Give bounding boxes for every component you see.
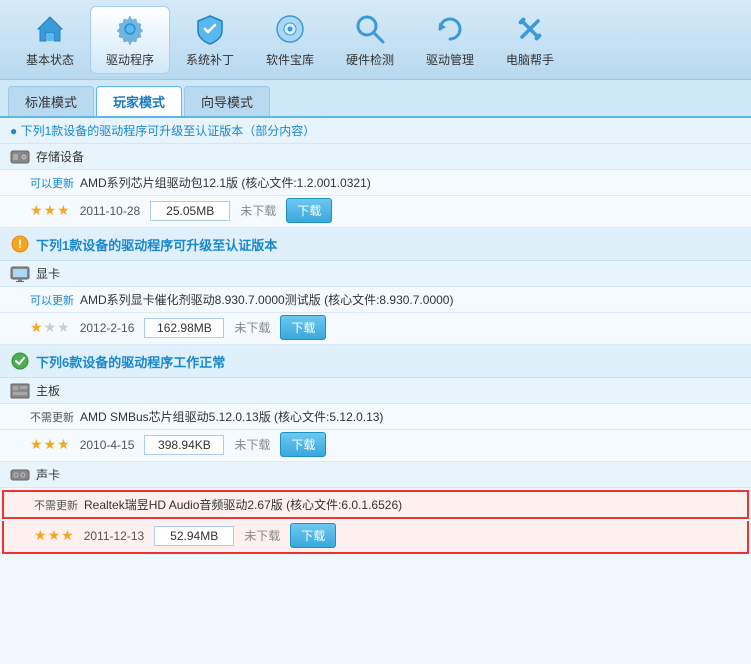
driver-meta-amd-chipset: ★ ★ ★ 2011-10-28 25.05MB 未下载 下载: [0, 196, 751, 228]
nav-manage[interactable]: 驱动管理: [410, 6, 490, 74]
category-display: 显卡: [0, 261, 751, 287]
display-icon: [10, 266, 30, 282]
category-storage-label: 存储设备: [36, 148, 84, 165]
download-button-amd-chipset[interactable]: 下载: [286, 198, 332, 223]
star-2: ★: [44, 436, 57, 453]
driver-download-status-display: 未下载: [234, 319, 270, 336]
refresh-icon: [432, 11, 468, 47]
driver-meta-smbus: ★ ★ ★ 2010-4-15 398.94KB 未下载 下载: [0, 430, 751, 462]
driver-size-box-display: 162.98MB: [144, 318, 224, 338]
check-circle-icon: [10, 351, 30, 371]
nav-driver-label: 驱动程序: [106, 51, 154, 68]
tab-gamer[interactable]: 玩家模式: [96, 86, 182, 116]
shield-icon: [192, 11, 228, 47]
section-upgrade-label: 下列1款设备的驱动程序可升级至认证版本: [36, 235, 277, 254]
star-1: ★: [30, 436, 43, 453]
nav-help[interactable]: 电脑帮手: [490, 6, 570, 74]
driver-row-amd-chipset: 可以更新 AMD系列芯片组驱动包12.1版 (核心文件:1.2.001.0321…: [0, 170, 751, 196]
nav-hardware[interactable]: 硬件检测: [330, 6, 410, 74]
download-button-realtek[interactable]: 下载: [290, 523, 336, 548]
home-icon: [32, 11, 68, 47]
info-circle-icon: !: [10, 234, 30, 254]
driver-row-smbus: 不需更新 AMD SMBus芯片组驱动5.12.0.13版 (核心文件:5.12…: [0, 404, 751, 430]
driver-date: 2011-10-28: [80, 204, 141, 218]
driver-download-status-smbus: 未下载: [234, 436, 270, 453]
driver-name-amd-chipset: AMD系列芯片组驱动包12.1版 (核心文件:1.2.001.0321): [80, 174, 741, 191]
wrench-icon: [512, 11, 548, 47]
driver-download-status: 未下载: [240, 202, 276, 219]
driver-date-realtek: 2011-12-13: [84, 529, 145, 543]
nav-patch-label: 系统补丁: [186, 51, 234, 68]
nav-patch[interactable]: 系统补丁: [170, 6, 250, 74]
nav-software-label: 软件宝库: [266, 51, 314, 68]
driver-size-box: 25.05MB: [150, 201, 230, 221]
category-display-label: 显卡: [36, 265, 60, 282]
driver-size-box-smbus: 398.94KB: [144, 435, 224, 455]
star-2: ★: [44, 319, 57, 336]
category-storage: 存储设备: [0, 144, 751, 170]
nav-software[interactable]: 软件宝库: [250, 6, 330, 74]
category-motherboard-label: 主板: [36, 382, 60, 399]
driver-stars-smbus: ★ ★ ★: [30, 436, 70, 453]
star-3: ★: [57, 436, 70, 453]
disc-icon: [272, 11, 308, 47]
nav-help-label: 电脑帮手: [506, 51, 554, 68]
motherboard-icon: [10, 383, 30, 399]
search-icon: [352, 11, 388, 47]
download-button-amd-display[interactable]: 下载: [280, 315, 326, 340]
star-2: ★: [48, 527, 61, 544]
driver-row-realtek: 不需更新 Realtek瑞昱HD Audio音频驱动2.67版 (核心文件:6.…: [2, 490, 749, 519]
star-1: ★: [30, 319, 43, 336]
star-3: ★: [57, 319, 70, 336]
driver-stars-realtek: ★ ★ ★: [34, 527, 74, 544]
main-content: ● 下列1款设备的驱动程序可升级至认证版本（部分内容） 存储设备 可以更新 AM…: [0, 118, 751, 664]
tab-standard[interactable]: 标准模式: [8, 86, 94, 116]
driver-download-status-realtek: 未下载: [244, 527, 280, 544]
driver-date-smbus: 2010-4-15: [80, 438, 135, 452]
driver-status-can-update-display: 可以更新: [30, 292, 74, 308]
nav-driver[interactable]: 驱动程序: [90, 6, 170, 74]
driver-stars: ★ ★ ★: [30, 202, 70, 219]
partial-top-row: ● 下列1款设备的驱动程序可升级至认证版本（部分内容）: [0, 118, 751, 144]
nav-home[interactable]: 基本状态: [10, 6, 90, 74]
driver-name-smbus: AMD SMBus芯片组驱动5.12.0.13版 (核心文件:5.12.0.13…: [80, 408, 741, 425]
driver-name-realtek: Realtek瑞昱HD Audio音频驱动2.67版 (核心文件:6.0.1.6…: [84, 496, 737, 513]
gear-icon: [112, 11, 148, 47]
driver-status-can-update: 可以更新: [30, 175, 74, 191]
tabs-bar: 标准模式 玩家模式 向导模式: [0, 80, 751, 118]
tab-wizard[interactable]: 向导模式: [184, 86, 270, 116]
driver-meta-amd-display: ★ ★ ★ 2012-2-16 162.98MB 未下载 下载: [0, 313, 751, 345]
storage-icon: [10, 149, 30, 165]
audio-icon: [10, 467, 30, 483]
nav-home-label: 基本状态: [26, 51, 74, 68]
driver-status-no-update-realtek: 不需更新: [34, 497, 78, 513]
driver-status-no-update-smbus: 不需更新: [30, 409, 74, 425]
star-3: ★: [57, 202, 70, 219]
driver-size-box-realtek: 52.94MB: [154, 526, 234, 546]
section-working-label: 下列6款设备的驱动程序工作正常: [36, 352, 225, 371]
section-upgrade: ! 下列1款设备的驱动程序可升级至认证版本: [0, 228, 751, 261]
section-working: 下列6款设备的驱动程序工作正常: [0, 345, 751, 378]
nav-hardware-label: 硬件检测: [346, 51, 394, 68]
driver-date-display: 2012-2-16: [80, 321, 135, 335]
download-button-smbus[interactable]: 下载: [280, 432, 326, 457]
driver-row-amd-display: 可以更新 AMD系列显卡催化剂驱动8.930.7.0000测试版 (核心文件:8…: [0, 287, 751, 313]
category-audio-label: 声卡: [36, 466, 60, 483]
svg-text:!: !: [18, 237, 22, 251]
category-audio: 声卡: [0, 462, 751, 488]
top-navigation: 基本状态 驱动程序 系统补丁 软件: [0, 0, 751, 80]
nav-manage-label: 驱动管理: [426, 51, 474, 68]
driver-stars-display: ★ ★ ★: [30, 319, 70, 336]
star-2: ★: [44, 202, 57, 219]
star-1: ★: [34, 527, 47, 544]
driver-name-amd-display: AMD系列显卡催化剂驱动8.930.7.0000测试版 (核心文件:8.930.…: [80, 291, 741, 308]
star-3: ★: [61, 527, 74, 544]
category-motherboard: 主板: [0, 378, 751, 404]
star-1: ★: [30, 202, 43, 219]
driver-meta-realtek: ★ ★ ★ 2011-12-13 52.94MB 未下载 下载: [2, 521, 749, 554]
